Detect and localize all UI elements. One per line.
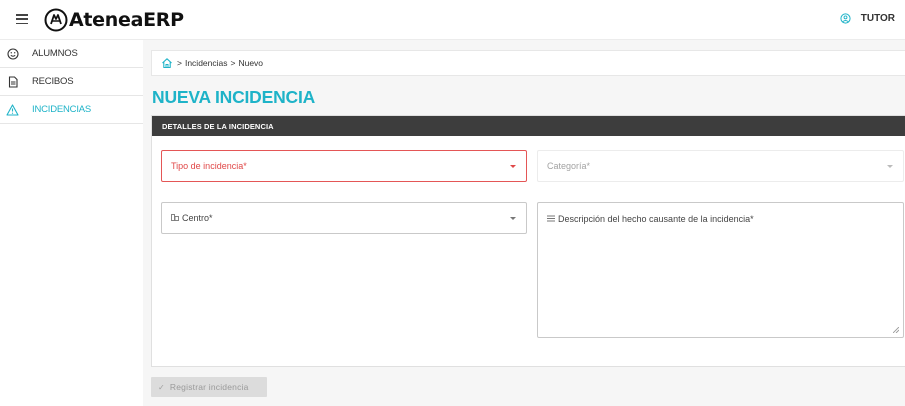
user-menu[interactable]: TUTOR (840, 13, 895, 24)
document-icon (6, 75, 19, 88)
sidebar-item-recibos[interactable]: RECIBOS (0, 68, 143, 96)
sidebar-item-incidencias[interactable]: INCIDENCIAS (0, 96, 143, 124)
section-header: DETALLES DE LA INCIDENCIA (152, 116, 905, 136)
breadcrumb-item-nuevo: Nuevo (238, 58, 264, 68)
tipo-incidencia-label: Tipo de incidencia* (171, 161, 247, 171)
warning-triangle-icon (6, 103, 19, 116)
chevron-down-icon (510, 164, 516, 168)
user-circle-icon (840, 13, 851, 24)
breadcrumb: > Incidencias > Nuevo (151, 50, 905, 76)
sidebar-item-label: RECIBOS (32, 76, 74, 87)
registrar-incidencia-label: Registrar incidencia (169, 382, 249, 392)
home-icon[interactable] (161, 57, 173, 69)
resize-handle-icon[interactable] (893, 327, 899, 333)
incident-details-card: DETALLES DE LA INCIDENCIA Tipo de incide… (151, 115, 905, 367)
categoria-label: Categoría* (547, 161, 591, 171)
descripcion-textarea[interactable]: Descripción del hecho causante de la inc… (537, 202, 904, 338)
sidebar-item-label: INCIDENCIAS (32, 104, 92, 115)
page-title: NUEVA INCIDENCIA (152, 87, 316, 107)
breadcrumb-separator: > (230, 58, 236, 68)
tipo-incidencia-select[interactable]: Tipo de incidencia* (161, 150, 527, 182)
chevron-down-icon (510, 216, 516, 220)
categoria-select[interactable]: Categoría* (537, 150, 904, 182)
chevron-down-icon (887, 164, 893, 168)
top-bar: AteneaERP TUTOR (0, 0, 905, 40)
atenea-logo-icon (44, 8, 68, 32)
main-content: > Incidencias > Nuevo NUEVA INCIDENCIA D… (143, 40, 905, 406)
check-icon: ✓ (158, 382, 165, 392)
sidebar-item-label: ALUMNOS (32, 48, 78, 59)
sidebar-item-alumnos[interactable]: ALUMNOS (0, 40, 143, 68)
smiley-face-icon (6, 47, 19, 60)
user-label: TUTOR (860, 13, 895, 24)
hamburger-menu-icon[interactable] (16, 14, 28, 25)
registrar-incidencia-button[interactable]: ✓ Registrar incidencia (151, 377, 267, 397)
breadcrumb-separator: > (177, 58, 182, 68)
centro-select[interactable]: Centro* (161, 202, 527, 234)
building-icon (171, 214, 179, 223)
sidebar: ALUMNOS RECIBOS INCIDENCIAS (0, 40, 143, 406)
app-logo[interactable]: AteneaERP (44, 8, 184, 32)
lines-icon (547, 215, 555, 224)
descripcion-label: Descripción del hecho causante de la inc… (558, 214, 754, 224)
centro-label: Centro* (182, 213, 213, 223)
app-name: AteneaERP (69, 9, 184, 31)
breadcrumb-item-incidencias[interactable]: Incidencias (185, 58, 228, 68)
